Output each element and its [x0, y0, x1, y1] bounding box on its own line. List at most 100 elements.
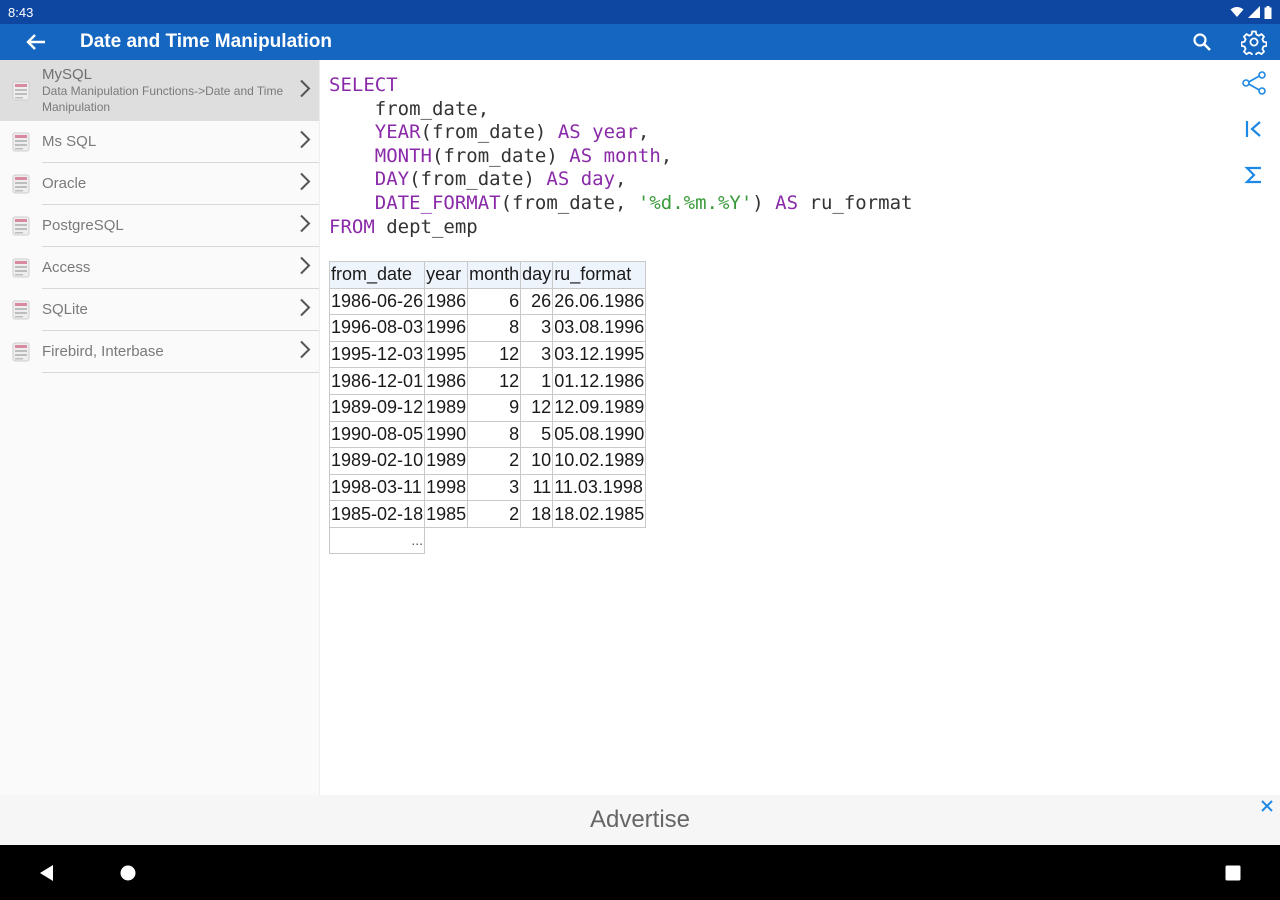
sidebar-item-postgresql[interactable]: PostgreSQL	[0, 205, 319, 247]
sum-button[interactable]	[1228, 152, 1280, 198]
sql-keyword: AS	[775, 191, 799, 214]
table-cell: 9	[467, 393, 522, 422]
table-cell: 01.12.1986	[552, 367, 647, 395]
sidebar-item-text: PostgreSQL	[42, 205, 319, 247]
sql-keyword: DATE_FORMAT	[374, 191, 501, 214]
status-time: 8:43	[8, 4, 34, 20]
sql-text: from_date,	[329, 97, 490, 120]
table-cell: 1986	[424, 287, 469, 316]
table-header-row: from_date year month day ru_format	[328, 261, 647, 289]
chevron-right-icon	[299, 298, 311, 322]
ad-banner[interactable]: Advertise	[0, 795, 1280, 845]
sidebar-item-sqlite[interactable]: SQLite	[0, 289, 319, 331]
database-icon	[0, 216, 42, 236]
sidebar-item-label: Access	[42, 259, 91, 276]
nav-home-button[interactable]	[98, 845, 158, 900]
table-row: 1996-08-03 1996 8 3 03.08.1996	[328, 314, 647, 342]
settings-gear-icon	[1241, 30, 1267, 55]
code-line: YEAR(from_date) AS year,	[329, 121, 912, 145]
sidebar-item-oracle[interactable]: Oracle	[0, 163, 319, 205]
sidebar-item-mysql[interactable]: MySQL Data Manipulation Functions->Date a…	[0, 60, 319, 121]
table-cell: 1985-02-18	[328, 500, 426, 528]
table-row: 1986-12-01 1986 12 1 01.12.1986	[328, 367, 647, 395]
sidebar-item-label: PostgreSQL	[42, 217, 124, 234]
column-header: day	[520, 261, 554, 289]
table-cell: 3	[467, 473, 522, 502]
sidebar-item-access[interactable]: Access	[0, 247, 319, 289]
sql-text: (from_date)	[431, 144, 570, 167]
column-header: ru_format	[552, 261, 647, 289]
sidebar-item-text: Firebird, Interbase	[42, 331, 319, 373]
system-nav-bar	[0, 845, 1280, 900]
table-cell: 1986-06-26	[328, 287, 426, 316]
status-bar: 8:43	[0, 0, 1280, 24]
chevron-right-icon	[299, 256, 311, 280]
nav-recents-button[interactable]	[1203, 845, 1263, 900]
table-cell: 1985	[424, 500, 469, 528]
table-row: 1986-06-26 1986 6 26 26.06.1986	[328, 287, 647, 316]
table-cell: 6	[467, 287, 522, 316]
table-cell: 2	[467, 500, 522, 528]
sql-keyword: AS	[546, 168, 570, 191]
sql-text: )	[752, 191, 776, 214]
nav-recents-icon	[1225, 865, 1241, 880]
search-button[interactable]	[1176, 24, 1228, 60]
share-button[interactable]	[1228, 60, 1280, 106]
table-cell: 11	[520, 473, 554, 502]
more-rows-indicator[interactable]: ...	[328, 526, 426, 554]
sidebar-item-firebird-interbase[interactable]: Firebird, Interbase	[0, 331, 319, 373]
table-cell: 05.08.1990	[552, 420, 647, 449]
table-cell: 26	[520, 287, 554, 316]
sql-keyword: year	[592, 121, 638, 144]
first-page-button[interactable]	[1228, 106, 1280, 152]
nav-back-button[interactable]	[17, 845, 77, 900]
table-cell: 1989	[424, 393, 469, 422]
database-icon	[0, 132, 42, 152]
nav-back-icon	[40, 864, 53, 881]
table-cell: 10	[520, 447, 554, 475]
empty-cell	[425, 527, 468, 553]
sidebar-item-label: Ms SQL	[42, 133, 97, 150]
code-line: DAY(from_date) AS day,	[329, 168, 912, 192]
sql-keyword: MONTH	[374, 144, 432, 167]
ad-close-button[interactable]	[1258, 797, 1276, 815]
signal-icon	[1248, 6, 1260, 18]
table-cell: 12	[467, 367, 522, 395]
chevron-right-icon	[299, 214, 311, 238]
table-row: 1998-03-11 1998 3 11 11.03.1998	[328, 473, 647, 502]
settings-button[interactable]	[1228, 24, 1280, 60]
sidebar-item-ms-sql[interactable]: Ms SQL	[0, 121, 319, 163]
table-cell: 1986-12-01	[328, 367, 426, 395]
nav-home-icon	[120, 865, 136, 880]
sidebar-item-text: Oracle	[42, 163, 319, 205]
sql-text: ,	[660, 144, 673, 167]
table-row: 1985-02-18 1985 2 18 18.02.1985	[328, 500, 647, 528]
chevron-right-icon	[299, 172, 311, 196]
table-cell: 1998	[424, 473, 469, 502]
table-cell: 12.09.1989	[552, 393, 647, 422]
table-cell: 1998-03-11	[328, 473, 426, 502]
back-arrow-icon	[26, 34, 45, 50]
table-cell: 1990	[424, 420, 469, 449]
sql-string: '%d.%m.%Y'	[637, 191, 753, 214]
table-cell: 1996-08-03	[328, 314, 426, 342]
code-line: DATE_FORMAT(from_date, '%d.%m.%Y') AS ru…	[329, 191, 913, 216]
database-icon	[0, 342, 42, 362]
database-icon	[0, 300, 42, 320]
sql-text: ,	[637, 121, 650, 144]
sigma-icon	[1244, 166, 1261, 184]
column-header: year	[424, 261, 469, 289]
table-more-row: ...	[328, 526, 646, 554]
search-icon	[1193, 33, 1211, 51]
back-button[interactable]	[0, 24, 72, 60]
sidebar-item-label: SQLite	[42, 301, 88, 318]
sql-keyword: SELECT	[329, 74, 398, 96]
sql-text: (from_date)	[409, 168, 547, 191]
sql-keyword: day	[580, 168, 616, 191]
table-cell: 12	[467, 340, 522, 369]
database-icon	[0, 258, 42, 278]
table-cell: 2	[467, 447, 522, 475]
